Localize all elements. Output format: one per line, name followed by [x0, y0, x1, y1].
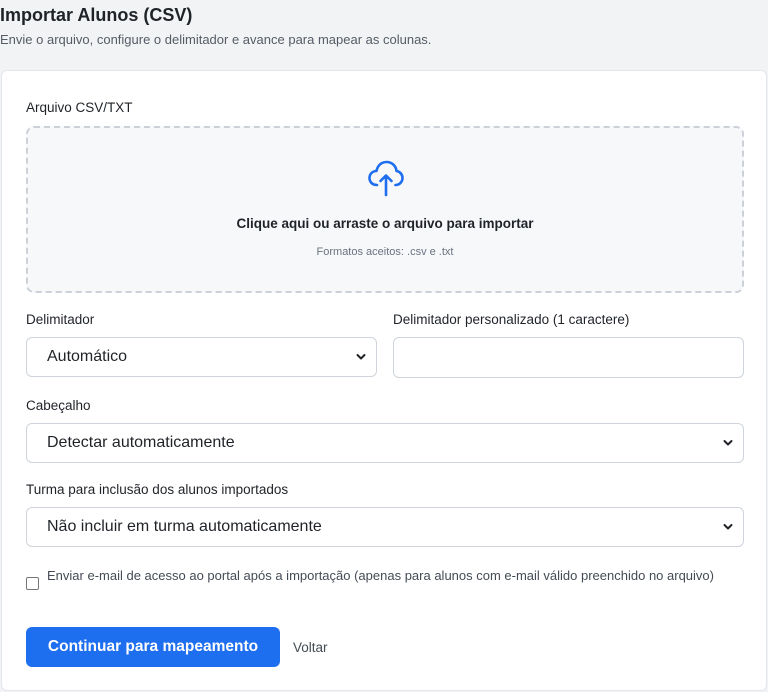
- custom-delimiter-label: Delimitador personalizado (1 caractere): [393, 312, 630, 327]
- dropzone-hint: Formatos aceitos: .csv e .txt: [316, 246, 454, 258]
- page-subtitle: Envie o arquivo, configure o delimitador…: [0, 32, 432, 47]
- header-option-value: Detectar automaticamente: [47, 434, 235, 451]
- chevron-down-icon: [723, 524, 733, 530]
- continue-button[interactable]: Continuar para mapeamento: [26, 627, 280, 667]
- class-option-value: Não incluir em turma automaticamente: [47, 518, 322, 535]
- cloud-upload-icon: [368, 160, 404, 197]
- class-select[interactable]: Não incluir em turma automaticamente: [26, 507, 744, 547]
- chevron-down-icon: [723, 440, 733, 446]
- delimiter-value: Automático: [47, 348, 128, 365]
- header-select[interactable]: Detectar automaticamente: [26, 423, 744, 463]
- file-label: Arquivo CSV/TXT: [26, 100, 133, 115]
- chevron-down-icon: [356, 354, 366, 360]
- header-option-label: Cabeçalho: [26, 398, 91, 413]
- send-email-checkbox[interactable]: [26, 577, 39, 590]
- class-option-label: Turma para inclusão dos alunos importado…: [26, 482, 289, 497]
- file-dropzone[interactable]: Clique aqui ou arraste o arquivo para im…: [26, 126, 744, 293]
- custom-delimiter-input[interactable]: [393, 337, 744, 378]
- delimiter-select[interactable]: Automático: [26, 337, 377, 377]
- send-email-label[interactable]: Enviar e-mail de acesso ao portal após a…: [47, 566, 737, 585]
- back-link[interactable]: Voltar: [293, 640, 328, 655]
- delimiter-label: Delimitador: [26, 312, 95, 327]
- import-form-card: Arquivo CSV/TXT Clique aqui ou arraste o…: [1, 70, 767, 691]
- dropzone-title: Clique aqui ou arraste o arquivo para im…: [236, 216, 534, 231]
- page-title: Importar Alunos (CSV): [0, 5, 193, 25]
